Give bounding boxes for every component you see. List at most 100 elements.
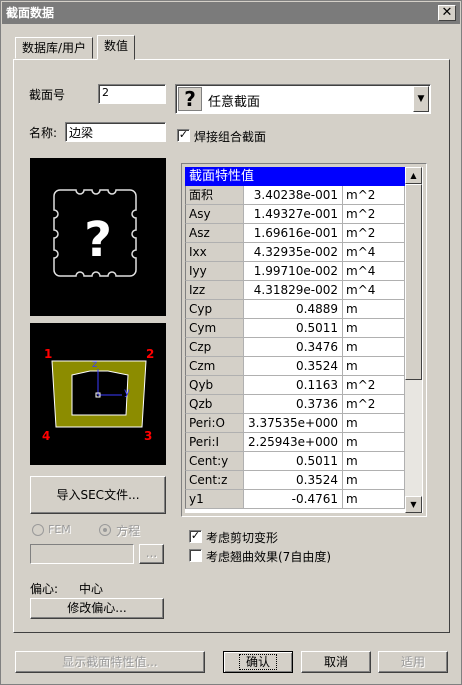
section-type-value: 任意截面 [208,95,261,110]
property-name: Izz [185,281,244,300]
property-name: Czm [185,357,244,376]
import-sec-button[interactable]: 导入SEC文件... [30,476,166,514]
table-row[interactable]: Asz 1.69616e-001 m^2 [185,224,405,243]
modify-offset-button[interactable]: 修改偏心... [30,598,164,619]
name-input[interactable]: 边梁 [65,122,166,142]
svg-text:?: ? [84,212,112,268]
corner-label-1: 1 [44,347,53,361]
table-row[interactable]: Cym 0.5011 m [185,319,405,338]
name-label: 名称: [29,126,58,140]
scroll-thumb[interactable] [405,184,422,380]
file-path-input[interactable] [30,544,134,564]
section-no-input[interactable]: 2 [98,84,166,104]
ok-button[interactable]: 确认 [223,651,293,673]
welded-combo-label: 焊接组合截面 [194,130,267,144]
table-row[interactable]: Cent:z 0.3524 m [185,471,405,490]
ok-button-label: 确认 [238,654,277,670]
offset-value: 中心 [79,582,104,596]
section-properties-grid: 截面特性值 面积 3.40238e-001 m^2 Asy 1.49327e-001 m^… [185,167,423,513]
warping-checkbox[interactable] [189,549,202,562]
property-name: Asz [185,224,244,243]
table-row[interactable]: Czm 0.3524 m [185,357,405,376]
cancel-button[interactable]: 取消 [301,651,371,673]
table-row[interactable]: 面积 3.40238e-001 m^2 [185,186,405,205]
property-name: Peri:O [185,414,244,433]
property-unit: m [343,357,405,376]
table-row[interactable]: Cyp 0.4889 m [185,300,405,319]
section-no-label: 截面号 [29,88,66,102]
property-value: -0.4761 [244,490,343,509]
property-value: 4.31829e-002 [244,281,343,300]
property-unit: m^2 [343,376,405,395]
property-value: 2.25943e+000 [244,433,343,452]
property-name: y1 [185,490,244,509]
property-unit: m^4 [343,281,405,300]
property-value: 0.1163 [244,376,343,395]
welded-combo-checkbox[interactable]: ✓ [177,129,190,142]
apply-button[interactable]: 适用 [378,651,448,673]
shear-deform-checkbox[interactable]: ✓ [189,530,202,543]
property-name: Cent:y [185,452,244,471]
property-name: Cyp [185,300,244,319]
property-unit: m^4 [343,262,405,281]
table-row[interactable]: Qyb 0.1163 m^2 [185,376,405,395]
property-unit: m^2 [343,395,405,414]
property-value: 1.69616e-001 [244,224,343,243]
title-bar: 截面数据 ✕ [2,2,460,24]
table-row[interactable]: Peri:I 2.25943e+000 m [185,433,405,452]
table-row[interactable]: Ixx 4.32935e-002 m^4 [185,243,405,262]
question-mark-icon: ? [178,87,202,111]
property-name: Cym [185,319,244,338]
table-row[interactable]: Izz 4.31829e-002 m^4 [185,281,405,300]
property-unit: m [343,414,405,433]
property-unit: m [343,338,405,357]
property-unit: m [343,471,405,490]
table-row[interactable]: Peri:O 3.37535e+000 m [185,414,405,433]
property-unit: m^2 [343,224,405,243]
scroll-down-icon[interactable]: ▼ [405,496,422,513]
shear-deform-label: 考虑剪切变形 [206,531,279,545]
table-row[interactable]: Iyy 1.99710e-002 m^4 [185,262,405,281]
property-value: 1.99710e-002 [244,262,343,281]
tab-database-user[interactable]: 数据库/用户 [15,37,94,59]
table-row[interactable]: Qzb 0.3736 m^2 [185,395,405,414]
properties-scrollbar[interactable]: ▲ ▼ [405,167,422,513]
section-type-select[interactable]: ? 任意截面 ▼ [175,84,431,114]
warping-label: 考虑翘曲效果(7自由度) [206,550,331,564]
table-row[interactable]: Czp 0.3476 m [185,338,405,357]
property-name: Iyy [185,262,244,281]
corner-label-3: 3 [144,429,153,443]
window-title: 截面数据 [6,6,55,20]
property-value: 3.37535e+000 [244,414,343,433]
property-unit: m [343,490,405,509]
section-shape-preview: 1 2 3 4 z y [30,323,166,465]
close-icon[interactable]: ✕ [438,5,456,21]
property-value: 4.32935e-002 [244,243,343,262]
table-row[interactable]: y1 -0.4761 m [185,490,405,509]
radio-fem[interactable] [32,524,44,536]
property-name: Peri:I [185,433,244,452]
table-row[interactable]: Cent:y 0.5011 m [185,452,405,471]
property-unit: m^2 [343,186,405,205]
property-value: 0.3524 [244,357,343,376]
radio-equation[interactable] [99,524,111,536]
property-name: Qzb [185,395,244,414]
property-value: 0.5011 [244,319,343,338]
scroll-up-icon[interactable]: ▲ [405,167,422,184]
browse-button[interactable]: ... [139,544,164,564]
table-row[interactable]: Asy 1.49327e-001 m^2 [185,205,405,224]
property-name: Asy [185,205,244,224]
property-value: 3.40238e-001 [244,186,343,205]
property-unit: m [343,433,405,452]
radio-equation-label: 方程 [116,524,141,538]
arbitrary-section-icon: ? [53,189,137,277]
property-value: 0.4889 [244,300,343,319]
offset-label: 偏心: [30,582,59,596]
tab-values[interactable]: 数值 [97,35,136,60]
property-unit: m^4 [343,243,405,262]
axis-label-z: z [92,359,98,370]
chevron-down-icon[interactable]: ▼ [413,86,429,112]
section-shape-drawing [51,360,147,428]
property-name: Ixx [185,243,244,262]
show-properties-button[interactable]: 显示截面特性值... [15,651,205,673]
